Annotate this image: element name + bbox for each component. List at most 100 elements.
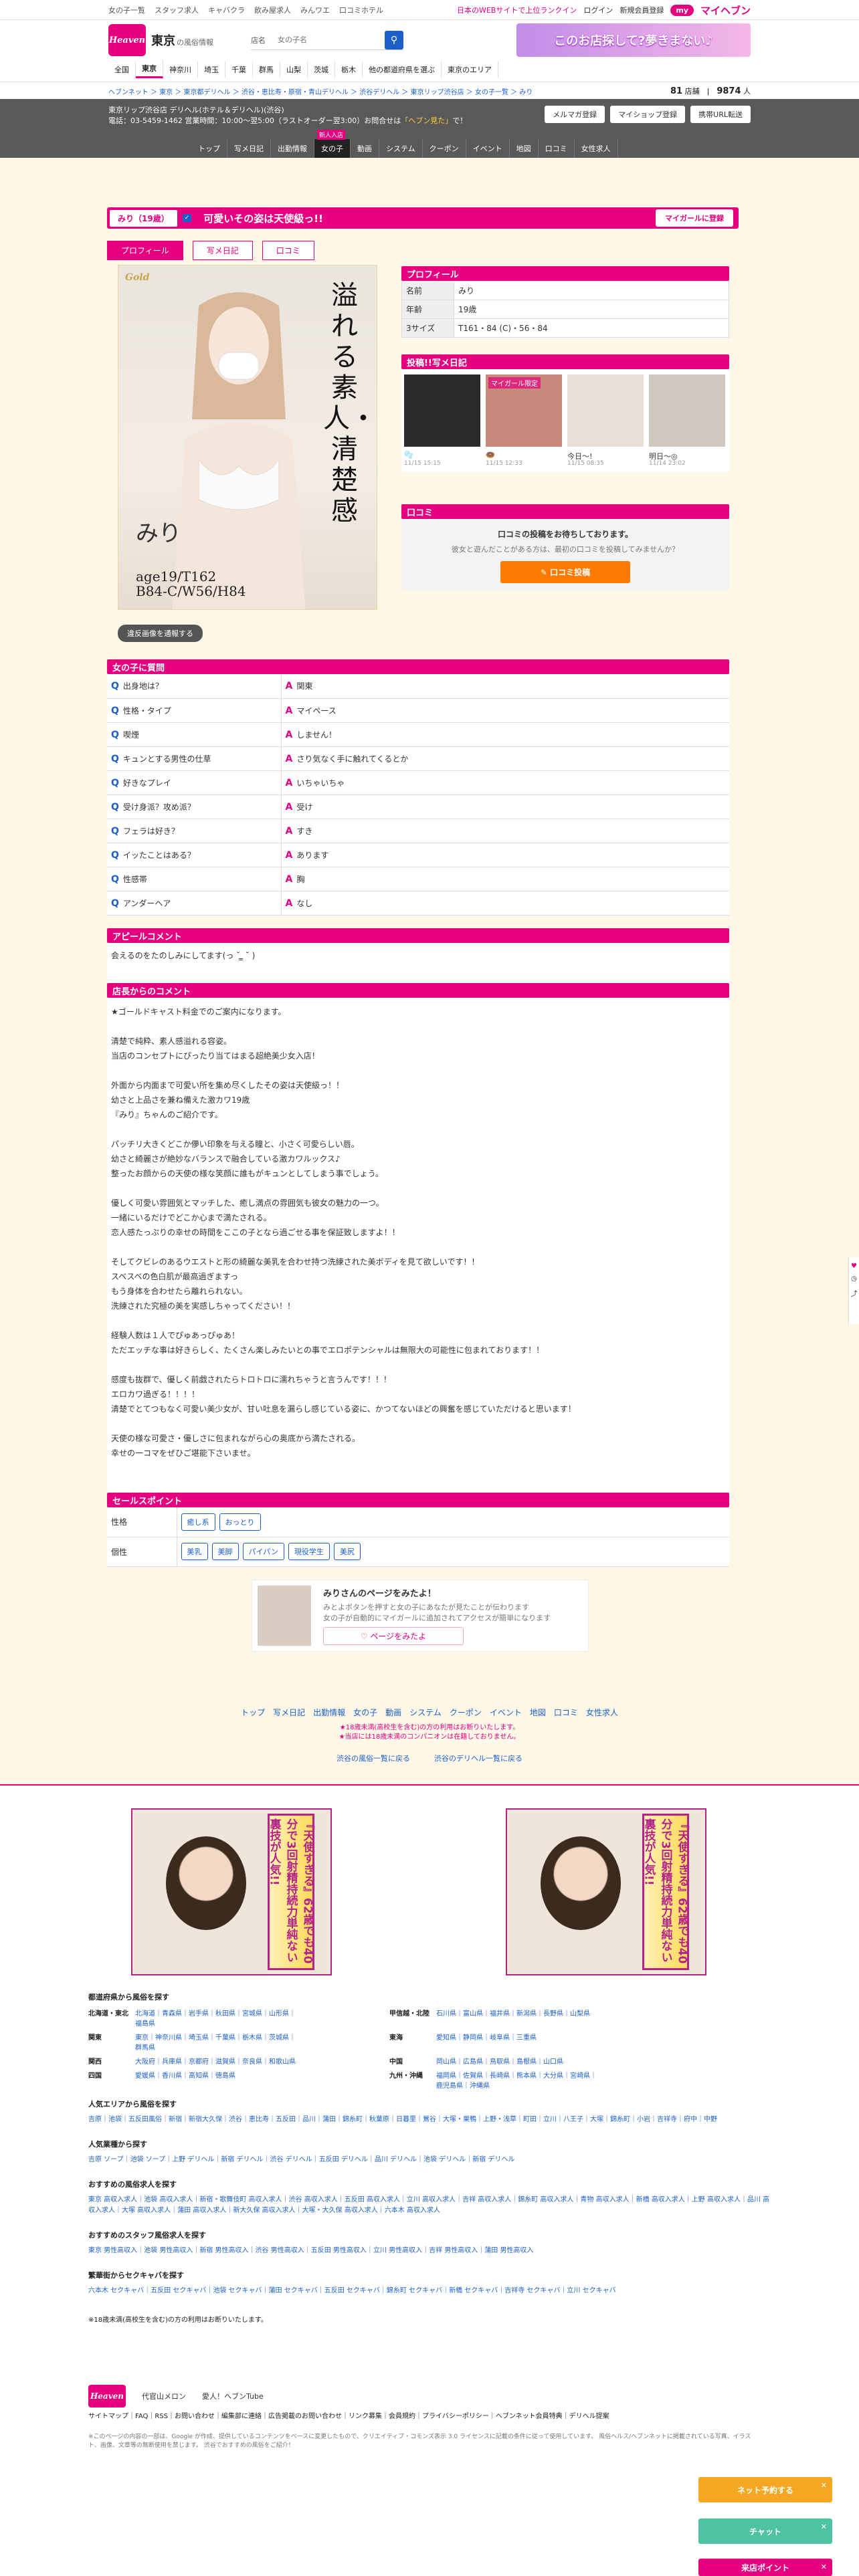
ad-banner-left[interactable]: 『天使すぎる』62歳でも40分で3回射精持続力単純ない裏技が人気!! xyxy=(131,1808,332,1975)
pref-link[interactable]: 神奈川 xyxy=(163,61,198,78)
pref-link[interactable]: 埼玉 xyxy=(198,61,225,78)
top-link[interactable]: 女の子一覧 xyxy=(108,5,145,15)
pref-link[interactable]: 栃木 xyxy=(335,61,363,78)
sales-chip[interactable]: 癒し系 xyxy=(181,1513,215,1531)
shop-tab[interactable]: 口コミ xyxy=(539,139,575,158)
add-mygirl-button[interactable]: マイガールに登録 xyxy=(656,209,733,227)
shop-action-button[interactable]: 携帯URL転送 xyxy=(690,106,751,123)
diary-item[interactable]: 明日〜◎ 11/14 23:02 xyxy=(649,374,725,467)
myheaven-link[interactable]: マイヘブン xyxy=(700,3,751,17)
link-block-links[interactable]: 東京 男性高収入｜池袋 男性高収入｜新宿 男性高収入｜渋谷 男性高収入｜五反田 … xyxy=(88,2246,771,2256)
shop-action-button[interactable]: メルマガ登録 xyxy=(545,106,605,123)
shop-tab[interactable]: 動画 xyxy=(351,139,379,158)
link-block-links[interactable]: 六本木 セクキャバ｜五反田 セクキャバ｜池袋 セクキャバ｜蒲田 セクキャバ｜五反… xyxy=(88,2286,771,2296)
shop-name[interactable]: 東京リップ渋谷店 デリヘル(ホテル＆デリヘル)(渋谷) xyxy=(108,104,284,115)
top-link[interactable]: 口コミホテル xyxy=(339,5,383,15)
diary-thumbnail[interactable] xyxy=(649,374,725,447)
region-links[interactable]: 東京｜神奈川県｜埼玉県｜千葉県｜栃木県｜茨城県｜群馬県 xyxy=(135,2032,296,2052)
region-links[interactable]: 大阪府｜兵庫県｜京都府｜滋賀県｜奈良県｜和歌山県 xyxy=(135,2056,296,2066)
pref-link[interactable]: 他の都道府県を選ぶ xyxy=(363,61,442,78)
bottom-nav-link[interactable]: 出勤情報 xyxy=(313,1707,345,1718)
shop-tab[interactable]: 女性求人 xyxy=(575,139,618,158)
region-links[interactable]: 愛媛県｜香川県｜高知県｜徳島県 xyxy=(135,2070,296,2090)
bottom-nav-link[interactable]: 写メ日記 xyxy=(273,1707,305,1718)
shop-tab[interactable]: 写メ日記 xyxy=(227,139,271,158)
pref-link[interactable]: 千葉 xyxy=(225,61,253,78)
pref-link[interactable]: 山梨 xyxy=(280,61,308,78)
close-icon[interactable]: ✕ xyxy=(821,2523,827,2531)
partner-link-2[interactable]: 愛人！ヘブンTube xyxy=(202,2391,264,2401)
footer-links[interactable]: サイトマップ｜FAQ｜RSS｜お問い合わせ｜編集部に連絡｜広告掲載のお問い合わせ… xyxy=(88,2410,609,2420)
bottom-nav-link[interactable]: 女の子 xyxy=(353,1707,377,1718)
region-links[interactable]: 石川県｜富山県｜福井県｜新潟県｜長野県｜山梨県 xyxy=(436,2008,597,2028)
close-icon[interactable]: ✕ xyxy=(821,2481,827,2490)
shop-tab[interactable]: クーポン xyxy=(423,139,466,158)
top-link[interactable]: キャバクラ xyxy=(208,5,245,15)
region-links[interactable]: 岡山県｜広島県｜鳥取県｜島根県｜山口県 xyxy=(436,2056,597,2066)
top-link[interactable]: スタッフ求人 xyxy=(155,5,199,15)
diary-item[interactable]: 今日〜! 11/15 08:35 xyxy=(567,374,644,467)
shop-tab[interactable]: 出勤情報 xyxy=(271,139,314,158)
bottom-nav-link[interactable]: 動画 xyxy=(385,1707,401,1718)
region-links[interactable]: 愛知県｜静岡県｜岐阜県｜三重県 xyxy=(436,2032,597,2052)
search-input[interactable] xyxy=(278,32,385,47)
shop-tab[interactable]: トップ xyxy=(191,139,227,158)
register-link[interactable]: 新規会員登録 xyxy=(619,5,664,15)
ad-banner-right[interactable]: 『天使すぎる』62歳でも40分で3回射精持続力単純ない裏技が人気!! xyxy=(506,1808,706,1975)
shop-action-button[interactable]: マイショップ登録 xyxy=(610,106,686,123)
report-image-button[interactable]: 違反画像を通報する xyxy=(118,625,203,642)
heart-icon[interactable]: ♥ xyxy=(851,1263,857,1270)
region-links[interactable]: 福岡県｜佐賀県｜長崎県｜熊本県｜大分県｜宮崎県｜鹿児島県｜沖縄県 xyxy=(436,2070,597,2090)
side-toolbar[interactable]: ♥ ◷ ⤴ xyxy=(848,1257,859,1324)
bottom-nav-link[interactable]: クーポン xyxy=(450,1707,482,1718)
bottom-nav-link[interactable]: イベント xyxy=(490,1707,522,1718)
diary-item[interactable]: 🫧 11/15 15:15 xyxy=(404,374,480,467)
floating-action-button[interactable]: チャット ✕ xyxy=(698,2518,832,2544)
bottom-nav-link[interactable]: 口コミ xyxy=(554,1707,578,1718)
sales-chip[interactable]: 現役学生 xyxy=(288,1543,330,1560)
partner-link-1[interactable]: 代官山メロン xyxy=(142,2391,186,2401)
ranking-link[interactable]: 日本のWEBサイトで上位ランクイン xyxy=(457,5,577,15)
sales-chip[interactable]: 美尻 xyxy=(333,1543,361,1560)
pref-link[interactable]: 東京 xyxy=(136,60,163,78)
sales-chip[interactable]: 美脚 xyxy=(211,1543,239,1560)
girl-tab[interactable]: 写メ日記 xyxy=(192,241,253,260)
sales-chip[interactable]: おっとり xyxy=(219,1513,261,1531)
floating-action-button[interactable]: ネット予約する ✕ xyxy=(698,2477,832,2502)
header-banner[interactable]: このお店探して?夢きまない♪ xyxy=(516,23,751,57)
pref-link[interactable]: 全国 xyxy=(108,61,136,78)
share-icon[interactable]: ⤴ xyxy=(851,1288,858,1298)
footer-logo[interactable]: Heaven xyxy=(88,2385,126,2407)
link-block-links[interactable]: 東京 高収入求人｜池袋 高収入求人｜新宿・歌舞伎町 高収入求人｜渋谷 高収入求人… xyxy=(88,2195,771,2216)
top-link[interactable]: みんワエ xyxy=(300,5,330,15)
sales-chip[interactable]: パイパン xyxy=(242,1543,284,1560)
bottom-nav-link[interactable]: 地図 xyxy=(530,1707,546,1718)
girl-tab[interactable]: 口コミ xyxy=(262,241,314,260)
link-block-links[interactable]: 吉原 ソープ｜池袋 ソープ｜上野 デリヘル｜新宿 デリヘル｜渋谷 デリヘル｜五反… xyxy=(88,2155,771,2165)
region-links[interactable]: 北海道｜青森県｜岩手県｜秋田県｜宮城県｜山形県｜福島県 xyxy=(135,2008,296,2028)
shop-tab[interactable]: 女の子 新人入店 xyxy=(314,130,351,158)
close-icon[interactable]: ✕ xyxy=(821,2563,827,2571)
pref-link[interactable]: 東京のエリア xyxy=(442,61,498,78)
girl-tab[interactable]: プロフィール xyxy=(107,241,183,260)
post-review-button[interactable]: ✎ 口コミ投稿 xyxy=(500,561,631,583)
breadcrumb[interactable]: ヘブンネット ＞ 東京 ＞ 東京都デリヘル ＞ 渋谷・恵比寿・原宿・青山デリヘル… xyxy=(108,86,533,96)
bottom-nav-link[interactable]: 女性求人 xyxy=(586,1707,618,1718)
girl-photo[interactable]: Gold 溢れる素人・清楚感 みり age19/T162 B84-C/W56/H8… xyxy=(118,265,377,610)
search-icon[interactable]: ⚲ xyxy=(385,30,403,49)
shop-tab[interactable]: 地図 xyxy=(510,139,539,158)
pref-link[interactable]: 群馬 xyxy=(253,61,280,78)
back-to-deliheru-link[interactable]: 渋谷のデリヘル一覧に戻る xyxy=(434,1753,522,1763)
clock-icon[interactable]: ◷ xyxy=(851,1275,857,1283)
pref-link[interactable]: 茨城 xyxy=(308,61,335,78)
link-block-links[interactable]: 吉原｜池袋｜五反田風俗｜新宿｜新宿大久保｜渋谷｜恵比寿｜五反田｜品川｜蒲田｜錦糸… xyxy=(88,2115,771,2125)
floating-action-button[interactable]: 来店ポイント ✕ xyxy=(698,2559,832,2576)
back-to-fuzoku-link[interactable]: 渋谷の風俗一覧に戻る xyxy=(337,1753,410,1763)
shop-tab[interactable]: イベント xyxy=(466,139,510,158)
top-link[interactable]: 飲み屋求人 xyxy=(254,5,291,15)
site-logo[interactable]: Heaven xyxy=(108,24,146,56)
diary-heading[interactable]: 投稿!!写メ日記 xyxy=(401,354,729,369)
shop-tab[interactable]: システム xyxy=(379,139,423,158)
sales-chip[interactable]: 美乳 xyxy=(181,1543,208,1560)
bottom-nav-link[interactable]: システム xyxy=(409,1707,442,1718)
